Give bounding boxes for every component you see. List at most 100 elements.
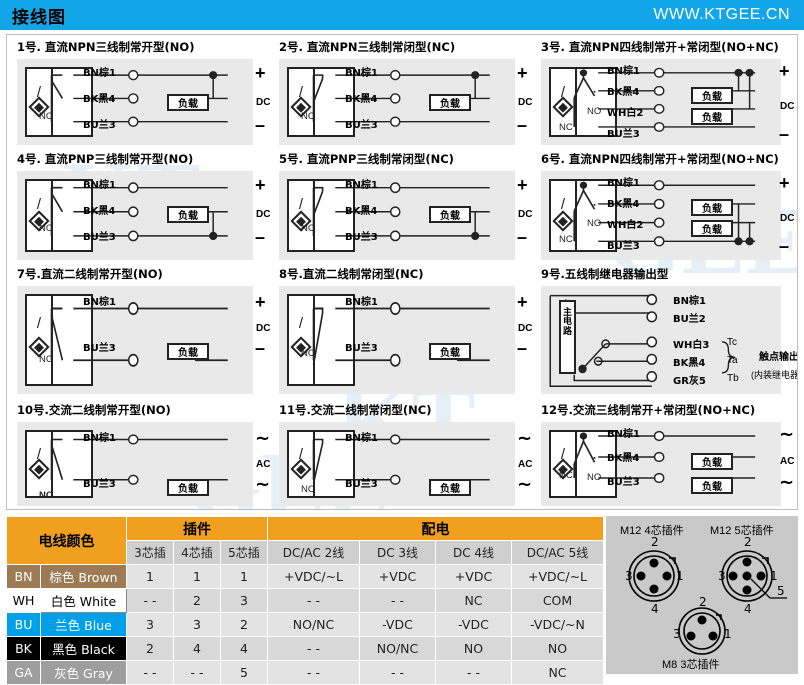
diagram-title-1: 1号. 直流NPN三线制常开型(NO) — [17, 40, 195, 54]
diagram-4-wires — [50, 182, 228, 242]
svg-text:5: 5 — [777, 584, 785, 598]
wire-label-4: BU兰3 — [607, 129, 640, 140]
svg-text:4: 4 — [651, 602, 659, 616]
diagram-cell-8: 8号.直流二线制常闭型(NC) / BN棕1 BU兰3 负载 + – DC NC — [269, 262, 532, 398]
rail-positive: ∼ — [255, 428, 271, 448]
cell-BK-1: 4 — [173, 636, 221, 661]
load-box: 负载 — [691, 477, 733, 494]
cell-BK-5: NO — [435, 636, 512, 661]
svg-text:2: 2 — [699, 595, 707, 609]
wire-code-WH: WH — [6, 588, 41, 613]
cell-BK-0: 2 — [126, 636, 174, 661]
supply-type-label: DC — [256, 97, 271, 108]
rail-positive: ∼ — [779, 424, 795, 444]
supply-type-label: DC — [518, 97, 533, 108]
diagram-8-drawing: / BN棕1 BU兰3 负载 + – DC NC — [279, 286, 532, 394]
cell-BK-3: - - — [267, 636, 360, 661]
diagram-12-drawing: / BN棕1 BK黑4 负载 BU兰3 负载 ∼ ∼ AC NO NC — [541, 422, 794, 506]
header-power: 配电 — [267, 516, 604, 541]
rail-negative: – — [517, 338, 528, 358]
diagram-title-7: 7号.直流二线制常开型(NO) — [17, 267, 163, 281]
wire-label-2: BK黑4 — [607, 87, 640, 98]
cell-WH-5: NC — [435, 588, 512, 613]
wire-label-3: BU兰3 — [83, 120, 116, 131]
cell-BU-3: NO/NC — [267, 612, 360, 637]
wire-label-1: BN棕1 — [607, 66, 640, 77]
load-box: 负载 — [691, 220, 733, 237]
cell-WH-0: - - — [126, 588, 174, 613]
page-header: 接线图 WWW.KTGEE.CN — [0, 0, 804, 30]
diagram-12-wires — [573, 430, 756, 484]
cell-WH-6: COM — [511, 588, 604, 613]
table-row: GA 灰色 Gray - -- -5- -- -- - NC — [6, 660, 604, 685]
diagram-grid: 1号. 直流NPN三线制常开型(NO) / BN棕1 BK黑4 负载 BU兰3 + – DC N… — [7, 35, 797, 508]
subheader-2: 5芯插 — [220, 540, 268, 565]
wire-label-2: BU兰3 — [345, 343, 378, 354]
cell-GA-1: - - — [173, 660, 221, 685]
wiring-diagram-panel: KT KT GEE GEE 1号. 直流NPN三线制常开型(NO)/ BN棕1B… — [6, 34, 798, 510]
supply-type-label: AC — [518, 459, 533, 470]
cell-GA-2: 5 — [220, 660, 268, 685]
wire-label-2: BK黑4 — [83, 94, 116, 105]
table-row: BN 棕色 Brown 1 1 1 +VDC/~L +VDC +VDC +VDC/~L — [6, 564, 604, 589]
rail-negative: – — [517, 227, 528, 247]
wire-label-1: BN棕1 — [83, 433, 116, 444]
table-row: WH 白色 White - -23- -- - NC COM — [6, 588, 604, 613]
load-box: 负载 — [691, 199, 733, 216]
diagram-title-6: 6号. 直流NPN四线制常开+常闭型(NO+NC) — [541, 152, 779, 166]
connector-pinout-panel: M12 4芯插件 M12 5芯插件 M8 3芯插件 2 3 1 4 2 3 1 … — [606, 516, 798, 674]
load-box: 负载 — [167, 343, 209, 360]
diagram-2-drawing: / BN棕1 BK黑4 负载 BU兰3 + – DC NC — [279, 59, 532, 145]
load-box: 负载 — [167, 206, 209, 223]
diagram-11-wires — [312, 434, 490, 485]
diagram-10-wires — [50, 434, 228, 485]
wire-label-3: BU兰3 — [83, 232, 116, 243]
subheader-4: DC 3线 — [359, 540, 436, 565]
cell-BN-3: +VDC/~L — [267, 564, 360, 589]
cell-WH-4: - - — [359, 588, 436, 613]
wire-label-4: BU兰3 — [607, 241, 640, 252]
supply-type-label: DC — [256, 209, 271, 220]
diagram-7-wires — [50, 301, 228, 367]
diagram-title-4: 4号. 直流PNP三线制常开型(NO) — [17, 152, 194, 166]
diagram-cell-4: 4号. 直流PNP三线制常开型(NO) / BN棕1 BK黑4 负载 BU兰3 + – DC N… — [7, 147, 271, 262]
supply-type-label: DC — [518, 209, 533, 220]
table-row: BK 黑色 Black 2 4 4- - NO/NC NO NO — [6, 636, 604, 661]
supply-type-label: DC — [256, 323, 271, 334]
load-box: 负载 — [167, 94, 209, 111]
wire-label-1: BN棕1 — [83, 180, 116, 191]
diagram-11-drawing: / BN棕1 BU兰3 负载 ∼ ∼ AC NC — [279, 422, 532, 506]
diagram-9-drawing: 主电路 BN棕1 BU兰2 WH白3 Tc BK黑4 Ta GR灰5 Tb 触点输出 (内装继电器… — [541, 286, 797, 394]
wire-label-3: BU兰3 — [345, 232, 378, 243]
wire-label-2: BU兰3 — [83, 479, 116, 490]
diagram-title-2: 2号. 直流NPN三线制常闭型(NC) — [279, 40, 456, 54]
cell-BN-0: 1 — [126, 564, 174, 589]
diagram-2-wires — [312, 69, 490, 127]
wire-label-1: BN棕1 — [345, 297, 378, 308]
table-group-header-row: 电线颜色 插件 配电 — [6, 516, 604, 565]
rail-positive: + — [779, 61, 790, 81]
connector-drawings: 2 3 1 4 2 3 1 4 5 2 3 1 — [625, 535, 787, 655]
rail-positive: ∼ — [517, 428, 533, 448]
diagram-cell-11: 11号.交流二线制常闭型(NC) / BN棕1 BU兰3 负载 ∼ ∼ AC NC — [269, 398, 532, 508]
cell-GA-4: - - — [359, 660, 436, 685]
wire-label-3: WH白2 — [607, 220, 644, 231]
contact-output-label: 触点输出 — [759, 352, 798, 363]
wire-label-2: BK黑4 — [607, 199, 640, 210]
wire-label-2: BK黑4 — [345, 206, 378, 217]
svg-text:1: 1 — [676, 569, 684, 583]
svg-text:3: 3 — [673, 627, 681, 641]
diagram-6-drawing: / BN棕1 BK黑4 负载 WH白2 负载 BU兰3 + – DC NO NC — [541, 171, 794, 260]
wire-label-3: BU兰3 — [345, 120, 378, 131]
load-box: 负载 — [691, 87, 733, 104]
diagram-title-3: 3号. 直流NPN四线制常开+常闭型(NO+NC) — [541, 40, 779, 54]
terminal-label-Tb: Tb — [727, 373, 739, 384]
diagram-5-wires — [312, 182, 490, 242]
wire-code-BK: BK — [6, 636, 41, 661]
wire-label-2: BU兰2 — [673, 314, 706, 325]
diagram-5-drawing: / BN棕1 BK黑4 负载 BU兰3 + – DC NC — [279, 171, 532, 260]
rail-negative: – — [255, 338, 266, 358]
cell-BU-4: -VDC — [359, 612, 436, 637]
cell-BU-5: -VDC — [435, 612, 512, 637]
cell-WH-3: - - — [267, 588, 360, 613]
